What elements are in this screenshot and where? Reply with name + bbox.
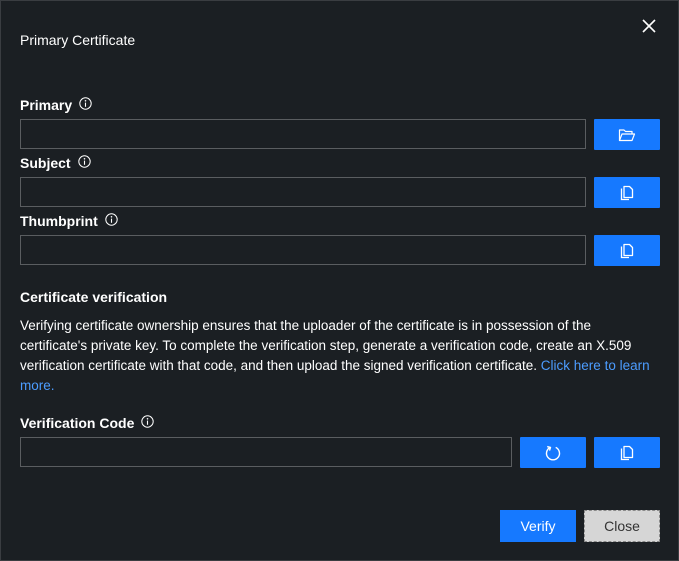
info-icon[interactable] bbox=[141, 414, 155, 428]
thumbprint-input[interactable] bbox=[20, 235, 586, 265]
copy-thumbprint-button[interactable] bbox=[594, 235, 660, 266]
verification-code-label-text: Verification Code bbox=[20, 415, 135, 431]
generate-code-button[interactable] bbox=[520, 437, 586, 468]
primary-certificate-dialog: Primary Certificate Primary Subject Thum… bbox=[0, 0, 679, 561]
thumbprint-label: Thumbprint bbox=[20, 212, 118, 229]
subject-input[interactable] bbox=[20, 177, 586, 207]
folder-open-icon bbox=[618, 128, 636, 141]
close-button[interactable]: Close bbox=[584, 510, 660, 542]
copy-code-button[interactable] bbox=[594, 437, 660, 468]
copy-icon bbox=[620, 445, 634, 460]
verification-description-text: Verifying certificate ownership ensures … bbox=[20, 318, 632, 373]
subject-label-text: Subject bbox=[20, 155, 71, 171]
verification-heading: Certificate verification bbox=[20, 289, 168, 305]
thumbprint-label-text: Thumbprint bbox=[20, 213, 98, 229]
browse-primary-button[interactable] bbox=[594, 119, 660, 150]
dialog-title: Primary Certificate bbox=[20, 32, 136, 48]
verify-button[interactable]: Verify bbox=[500, 510, 576, 542]
refresh-icon bbox=[545, 445, 561, 460]
close-icon[interactable] bbox=[640, 17, 658, 35]
info-icon[interactable] bbox=[105, 212, 118, 226]
primary-label-text: Primary bbox=[20, 97, 73, 113]
copy-icon bbox=[620, 243, 634, 258]
info-icon[interactable] bbox=[79, 96, 92, 110]
verification-description: Verifying certificate ownership ensures … bbox=[20, 316, 660, 396]
primary-input[interactable] bbox=[20, 119, 586, 149]
verification-code-input[interactable] bbox=[20, 437, 512, 467]
copy-subject-button[interactable] bbox=[594, 177, 660, 208]
subject-label: Subject bbox=[20, 154, 91, 171]
copy-icon bbox=[620, 185, 634, 200]
primary-label: Primary bbox=[20, 96, 92, 113]
info-icon[interactable] bbox=[77, 154, 91, 168]
verification-code-label: Verification Code bbox=[20, 414, 155, 431]
